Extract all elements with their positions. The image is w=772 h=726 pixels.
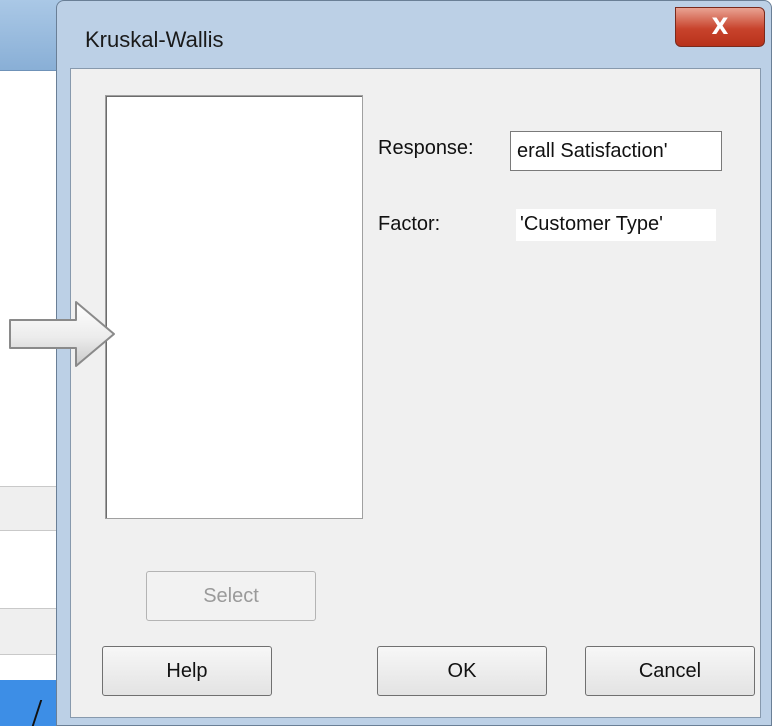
help-button[interactable]: Help xyxy=(102,646,272,696)
select-button[interactable]: Select xyxy=(146,571,316,621)
cancel-button[interactable]: Cancel xyxy=(585,646,755,696)
factor-input[interactable]: 'Customer Type' xyxy=(516,209,716,241)
dialog-title: Kruskal-Wallis xyxy=(85,27,224,52)
response-input[interactable]: erall Satisfaction' xyxy=(510,131,722,171)
close-icon: X xyxy=(711,14,729,40)
dialog-body: Response: erall Satisfaction' Factor: 'C… xyxy=(70,68,761,718)
screen: Kruskal-Wallis X Response: erall Satisfa… xyxy=(0,0,772,726)
ok-button[interactable]: OK xyxy=(377,646,547,696)
factor-label: Factor: xyxy=(378,213,441,235)
close-button[interactable]: X xyxy=(675,7,765,47)
response-label: Response: xyxy=(378,137,474,159)
kruskal-wallis-dialog: Kruskal-Wallis X Response: erall Satisfa… xyxy=(56,0,772,726)
variable-list[interactable] xyxy=(105,95,363,519)
right-arrow-icon xyxy=(9,301,115,367)
